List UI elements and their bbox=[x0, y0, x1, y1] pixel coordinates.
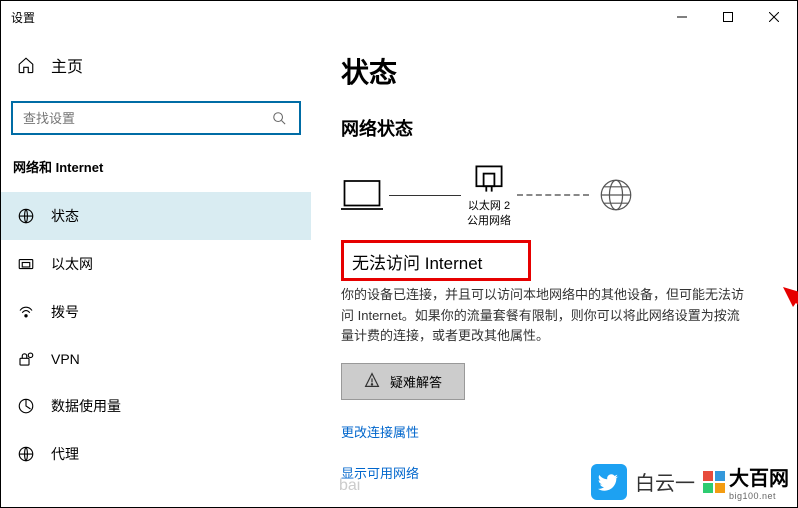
watermark-text1: 白云一 bbox=[635, 467, 695, 496]
network-diagram: 以太网 2 公用网络 bbox=[341, 161, 767, 230]
error-highlight: 无法访问 Internet bbox=[341, 240, 531, 281]
page-title: 状态 bbox=[341, 51, 767, 91]
proxy-icon bbox=[17, 445, 35, 463]
dialup-icon bbox=[17, 303, 35, 321]
adapter-icon: 以太网 2 公用网络 bbox=[467, 161, 511, 230]
error-heading: 无法访问 Internet bbox=[352, 249, 520, 274]
search-box[interactable] bbox=[11, 101, 301, 135]
link-change-properties[interactable]: 更改连接属性 bbox=[341, 422, 767, 441]
nav-label: VPN bbox=[51, 351, 80, 367]
globe-icon bbox=[595, 177, 637, 213]
window-title: 设置 bbox=[11, 9, 35, 26]
search-input[interactable] bbox=[23, 111, 269, 126]
nav-item-data-usage[interactable]: 数据使用量 bbox=[1, 382, 311, 430]
adapter-name: 以太网 2 bbox=[467, 199, 511, 214]
window-controls bbox=[659, 1, 797, 33]
ethernet-icon bbox=[17, 255, 35, 273]
watermark-logo: 大百网 big100.net bbox=[703, 462, 789, 501]
nav-label: 拨号 bbox=[51, 302, 79, 322]
nav-item-vpn[interactable]: VPN bbox=[1, 336, 311, 382]
home-label: 主页 bbox=[51, 53, 83, 77]
nav-item-dialup[interactable]: 拨号 bbox=[1, 288, 311, 336]
nav-item-status[interactable]: 状态 bbox=[1, 192, 311, 240]
nav-label: 数据使用量 bbox=[51, 396, 121, 416]
watermarks: 白云一 大百网 big100.net bbox=[591, 462, 789, 501]
nav-item-proxy[interactable]: 代理 bbox=[1, 430, 311, 478]
category-header: 网络和 Internet bbox=[1, 153, 311, 192]
home-icon bbox=[17, 56, 35, 74]
connection-line-solid bbox=[389, 195, 461, 197]
annotation-arrow bbox=[781, 281, 798, 451]
maximize-button[interactable] bbox=[705, 1, 751, 33]
vpn-icon bbox=[17, 350, 35, 368]
main-content: 状态 网络状态 以太网 2 公用网络 无法访问 Internet bbox=[311, 33, 797, 507]
watermark-baidu: bai bbox=[339, 477, 360, 495]
titlebar: 设置 bbox=[1, 1, 797, 33]
connection-line-dashed bbox=[517, 194, 589, 196]
watermark-bird-icon bbox=[591, 464, 627, 500]
nav-item-ethernet[interactable]: 以太网 bbox=[1, 240, 311, 288]
computer-icon bbox=[341, 177, 383, 213]
nav-label: 代理 bbox=[51, 444, 79, 464]
troubleshoot-button[interactable]: 疑难解答 bbox=[341, 363, 465, 400]
sidebar: 主页 网络和 Internet 状态 以太网 bbox=[1, 33, 311, 507]
section-title: 网络状态 bbox=[341, 115, 767, 141]
watermark-text2: 大百网 bbox=[729, 462, 789, 491]
status-icon bbox=[17, 207, 35, 225]
nav-label: 以太网 bbox=[51, 254, 93, 274]
watermark-sub: big100.net bbox=[729, 491, 789, 501]
warning-icon bbox=[364, 372, 380, 391]
troubleshoot-label: 疑难解答 bbox=[390, 372, 442, 391]
nav-label: 状态 bbox=[51, 206, 79, 226]
search-icon[interactable] bbox=[269, 111, 289, 125]
home-nav[interactable]: 主页 bbox=[1, 43, 311, 87]
data-usage-icon bbox=[17, 397, 35, 415]
close-button[interactable] bbox=[751, 1, 797, 33]
description-text: 你的设备已连接，并且可以访问本地网络中的其他设备，但可能无法访问 Interne… bbox=[341, 285, 751, 347]
adapter-type: 公用网络 bbox=[467, 214, 511, 229]
minimize-button[interactable] bbox=[659, 1, 705, 33]
